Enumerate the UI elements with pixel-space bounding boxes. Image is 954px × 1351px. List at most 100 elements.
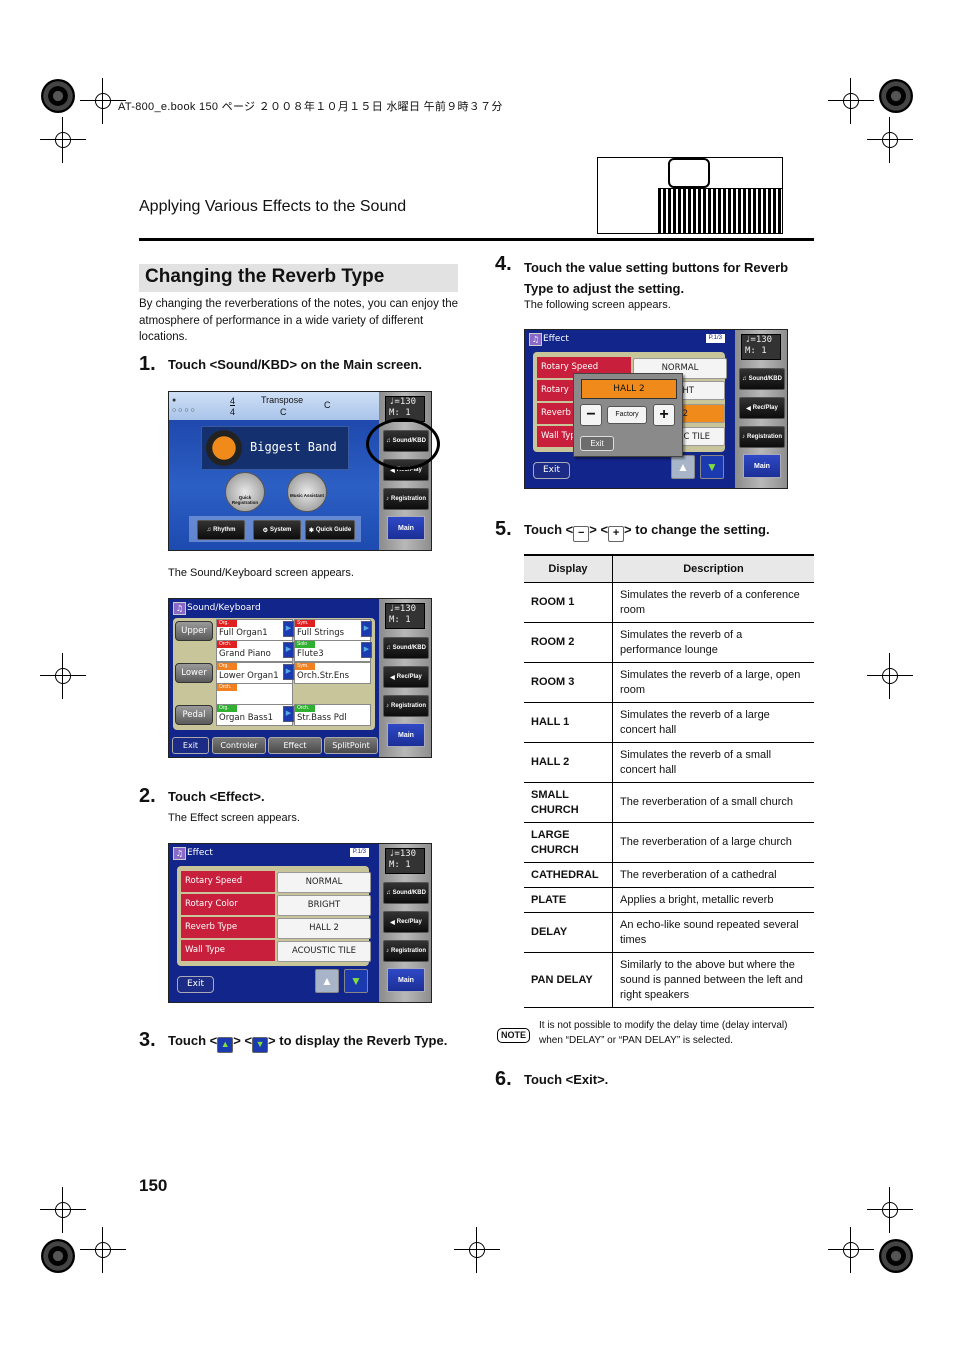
- caption: The following screen appears.: [524, 299, 671, 311]
- registration-mark: [867, 117, 913, 163]
- main-button[interactable]: Main: [387, 968, 425, 992]
- sound-kbd-button[interactable]: ♫ Sound/KBD: [739, 368, 785, 390]
- tone-slot[interactable]: Solo Flute3: [294, 640, 371, 662]
- note-icon: ♫: [386, 645, 391, 651]
- tone-slot[interactable]: Org. Full Organ1: [216, 619, 293, 641]
- tone-arrow-button[interactable]: ▶: [361, 621, 372, 637]
- tone-slot[interactable]: Org. Organ Bass1: [216, 704, 293, 726]
- note-badge: NOTE: [497, 1028, 531, 1043]
- step-text: Touch <Sound/KBD> on the Main screen.: [168, 357, 423, 372]
- effect-button[interactable]: Effect: [268, 737, 322, 754]
- tone-arrow-button[interactable]: ▶: [283, 664, 294, 680]
- tone-arrow-button[interactable]: ▶: [283, 706, 294, 722]
- system-button[interactable]: ⚙ System: [253, 520, 301, 540]
- tone-slot[interactable]: Sym. Orch.Str.Ens: [294, 662, 371, 684]
- tone-arrow-button[interactable]: ▶: [283, 642, 294, 658]
- transpose-value: C: [280, 407, 287, 417]
- step-number: 3.: [139, 1029, 156, 1051]
- registration-mark: [867, 1187, 913, 1233]
- scroll-down-button[interactable]: ▼: [700, 455, 724, 479]
- column-header-description: Description: [612, 554, 814, 583]
- reverb-type-table: Display Description ROOM 1 Simulates the …: [524, 554, 814, 1008]
- popup-exit-button[interactable]: Exit: [580, 436, 614, 451]
- registration-button[interactable]: ♪ Registration: [383, 695, 429, 717]
- factory-button[interactable]: Factory: [607, 406, 647, 424]
- caption: The Sound/Keyboard screen appears.: [168, 567, 354, 579]
- scroll-up-button[interactable]: ▲: [671, 455, 695, 479]
- scroll-down-button[interactable]: ▼: [344, 969, 368, 993]
- minus-icon: −: [573, 526, 590, 542]
- main-button[interactable]: Main: [387, 516, 425, 540]
- section-title: Applying Various Effects to the Sound: [139, 198, 407, 215]
- rec-play-button[interactable]: ◀ Rec/Play: [383, 666, 429, 688]
- rhythm-icon: [206, 430, 242, 466]
- table-row: PLATE Applies a bright, metallic reverb: [524, 887, 814, 913]
- note-text: It is not possible to modify the delay t…: [539, 1020, 788, 1046]
- page-indicator: P.1/3: [349, 848, 369, 857]
- registration-mark: [40, 1187, 86, 1233]
- quick-registration-button[interactable]: Quick Registration: [225, 472, 265, 512]
- rec-play-button[interactable]: ◀ Rec/Play: [383, 911, 429, 933]
- increment-button[interactable]: +: [653, 404, 675, 426]
- drum-icon: ♫: [206, 527, 212, 533]
- sound-kbd-button[interactable]: ♫ Sound/KBD: [383, 882, 429, 904]
- registration-button[interactable]: ♪ Registration: [739, 426, 785, 448]
- exit-button[interactable]: Exit: [177, 976, 214, 993]
- intro-paragraph: By changing the reverberations of the no…: [139, 298, 459, 343]
- rhythm-button[interactable]: ♫ Rhythm: [197, 520, 245, 540]
- screen-title: Effect: [187, 848, 213, 858]
- exit-button[interactable]: Exit: [533, 462, 570, 479]
- main-button[interactable]: Main: [387, 723, 425, 747]
- scroll-up-button[interactable]: ▲: [315, 969, 339, 993]
- tone-arrow-button[interactable]: ▶: [283, 621, 294, 637]
- rhythm-display[interactable]: Biggest Band: [201, 426, 349, 470]
- effect-row[interactable]: Reverb Type HALL 2: [181, 917, 371, 939]
- indicator-dots: ● ○ ○ ○ ○: [172, 397, 195, 414]
- registration-icon: ♪: [385, 703, 389, 709]
- effect-row[interactable]: Rotary Speed NORMAL: [181, 871, 371, 893]
- registration-button[interactable]: ♪ Registration: [383, 488, 429, 510]
- step-3-text: Touch < ▲ > < ▼ > to display the Reverb Type…: [168, 1033, 447, 1053]
- quick-guide-button[interactable]: ✱ Quick Guide: [305, 520, 355, 540]
- registration-mark: [867, 653, 913, 699]
- print-header: AT-800_e.book 150 ページ ２００８年１０月１５日 水曜日 午前…: [118, 101, 503, 113]
- tone-arrow-button[interactable]: ▶: [361, 642, 372, 658]
- rec-play-button[interactable]: ◀ Rec/Play: [739, 397, 785, 419]
- registration-button[interactable]: ♪ Registration: [383, 940, 429, 962]
- effect-row[interactable]: Wall Type ACOUSTIC TILE: [181, 940, 371, 962]
- main-button[interactable]: Main: [743, 454, 781, 478]
- exit-button[interactable]: Exit: [172, 737, 209, 754]
- effect-row[interactable]: Rotary Color BRIGHT: [181, 894, 371, 916]
- upper-button[interactable]: Upper: [175, 621, 213, 641]
- music-icon: ♫: [529, 333, 542, 346]
- tone-slot[interactable]: Org. Lower Organ1: [216, 662, 293, 684]
- step-number: 6.: [495, 1068, 512, 1090]
- tone-slot[interactable]: Sym. Full Strings: [294, 619, 371, 641]
- organ-illustration: [597, 157, 783, 234]
- tone-slot[interactable]: Orch. Str.Bass Pdl: [294, 704, 371, 726]
- splitpoint-button[interactable]: SplitPoint: [324, 737, 378, 754]
- printer-mark-bl: [41, 1239, 75, 1273]
- speaker-icon: ◀: [390, 919, 395, 926]
- registration-mark: [40, 117, 86, 163]
- tone-slot[interactable]: Orch.: [216, 683, 293, 705]
- decrement-button[interactable]: −: [580, 404, 602, 426]
- controler-button[interactable]: Controler: [212, 737, 266, 754]
- music-assistant-button[interactable]: Music Assistant: [287, 472, 327, 512]
- screen-title: Sound/Keyboard: [187, 603, 261, 613]
- music-icon: ♫: [173, 847, 186, 860]
- popup-value-display: HALL 2: [581, 379, 677, 399]
- sound-kbd-button[interactable]: ♫ Sound/KBD: [383, 637, 429, 659]
- table-row: SMALL CHURCH The reverberation of a small…: [524, 782, 814, 823]
- tone-slot[interactable]: Orch. Grand Piano: [216, 640, 293, 662]
- step-number: 5.: [495, 518, 512, 540]
- lower-button[interactable]: Lower: [175, 663, 213, 683]
- rhythm-name: Biggest Band: [250, 440, 337, 454]
- table-row: ROOM 3 Simulates the reverb of a large, o…: [524, 662, 814, 703]
- pedal-button[interactable]: Pedal: [175, 705, 213, 725]
- table-row: ROOM 2 Simulates the reverb of a performa…: [524, 622, 814, 663]
- step-text: Touch <Effect>.: [168, 789, 265, 804]
- page-heading: Changing the Reverb Type: [145, 266, 385, 287]
- up-arrow-icon: ▲: [677, 460, 689, 474]
- up-arrow-icon: ▲: [217, 1037, 234, 1053]
